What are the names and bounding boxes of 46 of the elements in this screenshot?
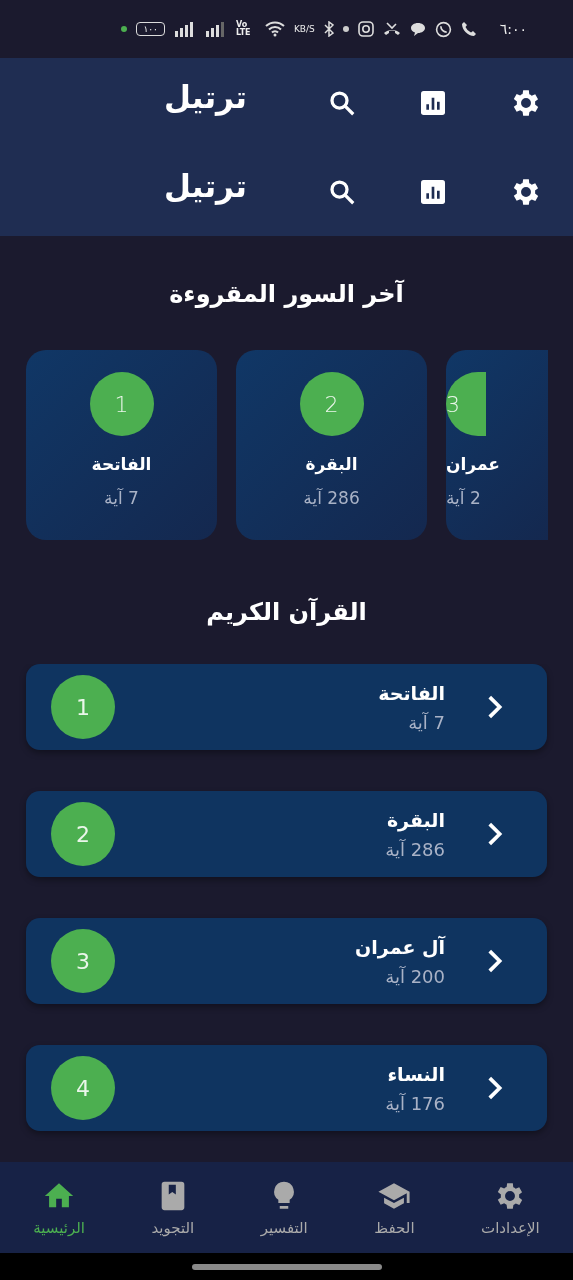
nav-tab[interactable]: التفسير: [258, 1174, 310, 1241]
ayah-count: 176 آية: [385, 1092, 445, 1114]
phone-icon: [460, 21, 477, 37]
surah-number: 4: [51, 1056, 115, 1120]
surah-name: البقرة: [305, 454, 358, 474]
ayah-count: 286 آية: [385, 838, 445, 860]
signal-icon: [204, 21, 227, 37]
surah-number: 1: [51, 675, 115, 739]
notification-dot: [342, 26, 349, 32]
app-title: ترتيل: [164, 167, 247, 207]
surah-name: الفاتحة: [378, 681, 445, 704]
home-indicator[interactable]: [191, 1263, 382, 1270]
surah-number: 1: [89, 372, 154, 436]
chat-icon: [409, 21, 426, 37]
camera-icon: [357, 21, 374, 37]
app-title: ترتيل: [164, 78, 247, 118]
whatsapp-icon: [434, 20, 452, 38]
wifi-icon: [264, 21, 285, 37]
signal-icon: [173, 21, 196, 37]
surah-name: النساء: [387, 1062, 445, 1085]
ayah-count: 286 آية: [303, 488, 360, 508]
nav-tab[interactable]: الحفظ: [372, 1174, 417, 1241]
surah-name: آل عمران: [355, 935, 445, 958]
network-speed: KB/S: [293, 24, 315, 34]
section-title: آخر السور المقروءة: [169, 280, 404, 308]
surah-name: عمران: [446, 454, 500, 474]
ayah-count: 7 آية: [408, 711, 445, 733]
ayah-count: 2 آية: [446, 488, 481, 508]
section-title: القرآن الكريم: [206, 598, 367, 626]
surah-number: 3: [51, 929, 115, 993]
surah-number: 2: [51, 802, 115, 866]
bluetooth-icon: [323, 21, 334, 37]
surah-name: البقرة: [386, 808, 445, 831]
notification-dot: [121, 26, 128, 32]
surah-number: 2: [299, 372, 364, 436]
nav-tab[interactable]: التجويد: [149, 1174, 197, 1241]
clock-time: ٦:٠٠: [499, 21, 527, 37]
missed-call-icon: [382, 21, 401, 37]
nav-tab[interactable]: الرئيسية: [31, 1174, 87, 1241]
ayah-count: 7 آية: [104, 488, 139, 508]
ayah-count: 200 آية: [385, 965, 445, 987]
surah-name: الفاتحة: [91, 454, 152, 474]
battery-level: ١٠٠: [136, 22, 165, 36]
volte-label: Vo LTE: [235, 21, 252, 37]
nav-tab[interactable]: الإعدادات: [479, 1174, 542, 1241]
surah-number: 3: [446, 372, 486, 436]
